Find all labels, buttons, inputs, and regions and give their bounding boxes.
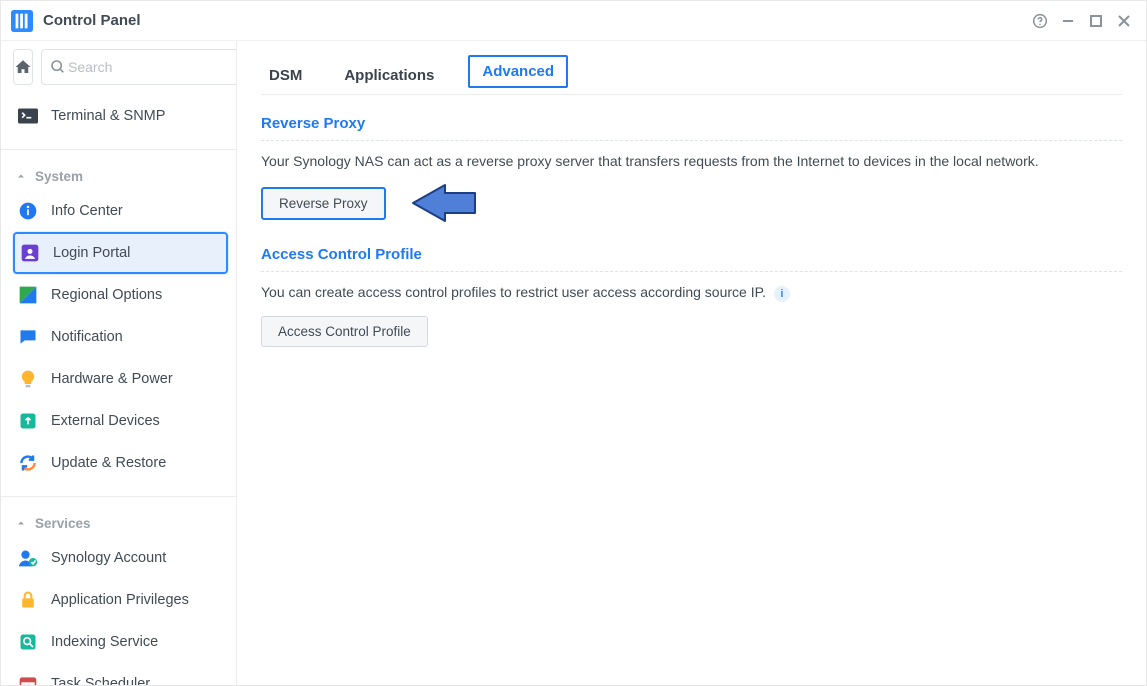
sidebar-item-label: Login Portal [53,245,130,261]
sidebar-item-task-scheduler[interactable]: Task Scheduler [13,663,228,685]
terminal-icon [17,105,39,127]
sidebar: Terminal & SNMP System Info Center Login… [1,41,237,685]
info-icon [17,200,39,222]
maximize-button[interactable] [1082,7,1110,35]
sidebar-item-label: Synology Account [51,550,166,566]
sidebar-item-synology-account[interactable]: Synology Account [13,537,228,579]
section-description-text: You can create access control profiles t… [261,284,766,300]
tab-applications[interactable]: Applications [336,61,442,94]
help-button[interactable] [1026,7,1054,35]
tab-advanced[interactable]: Advanced [468,55,568,88]
sidebar-item-info-center[interactable]: Info Center [13,190,228,232]
home-button[interactable] [13,49,33,85]
sync-icon [17,452,39,474]
app-icon [11,10,33,32]
sidebar-group-system[interactable]: System [13,162,228,190]
sidebar-item-terminal-snmp[interactable]: Terminal & SNMP [13,95,228,137]
globe-icon [17,284,39,306]
sidebar-item-regional-options[interactable]: Regional Options [13,274,228,316]
sidebar-item-label: Indexing Service [51,634,158,650]
sidebar-separator [1,149,236,150]
sidebar-item-label: External Devices [51,413,160,429]
section-reverse-proxy: Reverse Proxy Your Synology NAS can act … [261,115,1122,226]
sidebar-item-label: Info Center [51,203,123,219]
sidebar-separator [1,496,236,497]
reverse-proxy-button[interactable]: Reverse Proxy [261,187,386,220]
sidebar-group-label: Services [35,516,91,531]
sidebar-item-login-portal[interactable]: Login Portal [13,232,228,274]
tabs: DSM Applications Advanced [261,51,1122,95]
callout-arrow-icon [407,183,477,226]
lock-icon [17,589,39,611]
sidebar-item-label: Regional Options [51,287,162,303]
tab-dsm[interactable]: DSM [261,61,310,94]
minimize-button[interactable] [1054,7,1082,35]
chevron-up-icon [15,170,27,182]
sidebar-item-label: Application Privileges [51,592,189,608]
bulb-icon [17,368,39,390]
account-icon [17,547,39,569]
sidebar-group-label: System [35,169,83,184]
sidebar-item-label: Notification [51,329,123,345]
sidebar-item-indexing-service[interactable]: Indexing Service [13,621,228,663]
section-access-control: Access Control Profile You can create ac… [261,246,1122,347]
close-button[interactable] [1110,7,1138,35]
section-description: You can create access control profiles t… [261,284,1122,302]
upload-icon [17,410,39,432]
search-icon [50,59,66,75]
sidebar-item-label: Hardware & Power [51,371,173,387]
search-doc-icon [17,631,39,653]
access-control-profile-button[interactable]: Access Control Profile [261,316,428,347]
content-pane: DSM Applications Advanced Reverse Proxy … [237,41,1146,685]
sidebar-item-label: Update & Restore [51,455,166,471]
chat-icon [17,326,39,348]
section-title: Access Control Profile [261,246,1122,272]
titlebar: Control Panel [1,1,1146,41]
sidebar-item-application-privileges[interactable]: Application Privileges [13,579,228,621]
section-description: Your Synology NAS can act as a reverse p… [261,153,1122,169]
calendar-icon [17,673,39,685]
sidebar-item-update-restore[interactable]: Update & Restore [13,442,228,484]
sidebar-item-hardware-power[interactable]: Hardware & Power [13,358,228,400]
sidebar-item-label: Task Scheduler [51,676,150,685]
info-icon[interactable]: i [774,286,790,302]
window-title: Control Panel [43,12,1026,29]
chevron-up-icon [15,517,27,529]
search-box[interactable] [41,49,237,85]
portal-icon [19,242,41,264]
sidebar-item-label: Terminal & SNMP [51,108,165,124]
sidebar-group-services[interactable]: Services [13,509,228,537]
search-input[interactable] [66,58,237,76]
section-title: Reverse Proxy [261,115,1122,141]
sidebar-item-notification[interactable]: Notification [13,316,228,358]
sidebar-item-external-devices[interactable]: External Devices [13,400,228,442]
